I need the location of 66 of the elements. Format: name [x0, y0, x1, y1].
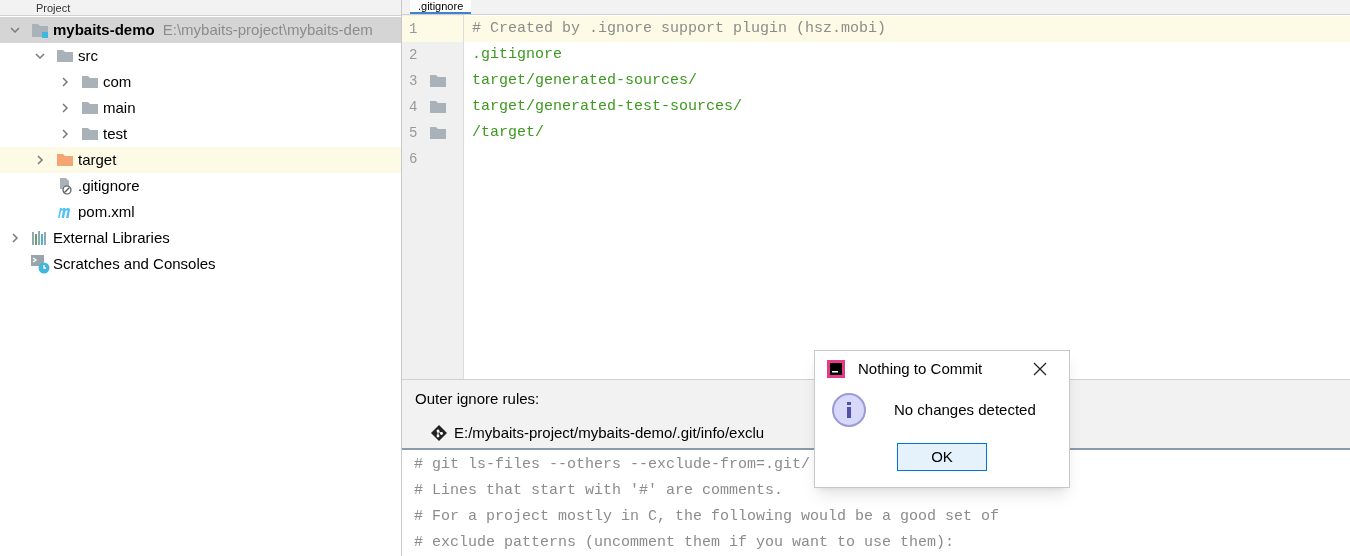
tree-item-label: test [103, 123, 128, 144]
code-line: target/generated-sources/ [472, 70, 698, 91]
tree-item[interactable]: src [0, 43, 401, 69]
info-icon [831, 392, 867, 428]
folder-icon [81, 127, 99, 141]
tree-item[interactable]: com [0, 69, 401, 95]
code-line: target/generated-test-sources/ [472, 96, 743, 117]
tree-item[interactable]: External Libraries [0, 225, 401, 251]
tree-item[interactable]: main [0, 95, 401, 121]
tree-item[interactable]: mybaits-demo E:\mybaits-project\mybaits-dem [0, 17, 401, 43]
tree-item[interactable]: Scratches and Consoles [0, 251, 401, 277]
tree-item-label: Scratches and Consoles [53, 253, 216, 274]
folder-icon [56, 153, 74, 167]
scratches-icon [30, 254, 50, 274]
folder-icon [429, 100, 448, 114]
tree-item-label: target [78, 149, 117, 170]
line-number: 1 [409, 19, 418, 39]
git-icon [430, 424, 448, 442]
tree-item-label: mybaits-demo [53, 19, 155, 40]
tree-item[interactable]: pom.xml [0, 199, 401, 225]
ok-button[interactable]: OK [897, 443, 987, 471]
folder-icon [429, 126, 448, 140]
chevron-right-icon[interactable] [59, 102, 71, 114]
line-number: 5 [409, 123, 418, 143]
app-icon [827, 360, 845, 378]
dialog-message: No changes detected [894, 399, 1036, 420]
editor-tab[interactable]: .gitignore [410, 0, 472, 14]
tree-item-label: .gitignore [78, 175, 140, 196]
folder-icon [81, 75, 99, 89]
tree-item-label: src [78, 45, 98, 66]
tree-item-label: com [103, 71, 132, 92]
tree-item[interactable]: target [0, 147, 401, 173]
chevron-right-icon[interactable] [9, 232, 21, 244]
line-number: 2 [409, 45, 418, 65]
chevron-right-icon[interactable] [59, 76, 71, 88]
line-number: 4 [409, 97, 418, 117]
code-line: # git ls-files --others --exclude-from=.git/ [414, 454, 811, 475]
code-line: # Lines that start with '#' are comments. [414, 480, 784, 501]
chevron-down-icon[interactable] [34, 50, 46, 62]
project-path: E:\mybaits-project\mybaits-dem [162, 19, 373, 40]
code-line: # Created by .ignore support plugin (hsz.mobi) [472, 18, 887, 39]
line-number: 6 [409, 149, 418, 169]
module-folder-icon [31, 22, 49, 38]
section-label: Outer ignore rules: [415, 388, 540, 409]
folder-icon [56, 49, 74, 63]
code-line: /target/ [472, 122, 544, 143]
chevron-right-icon[interactable] [59, 128, 71, 140]
line-number: 3 [409, 71, 418, 91]
chevron-right-icon[interactable] [34, 154, 46, 166]
tree-item-label: pom.xml [78, 201, 135, 222]
chevron-down-icon[interactable] [9, 24, 21, 36]
close-icon[interactable] [1033, 362, 1047, 376]
libraries-icon [31, 230, 49, 246]
folder-icon [81, 101, 99, 115]
code-line: .gitignore [472, 44, 562, 65]
ignored-file-icon [57, 177, 73, 195]
panel-title[interactable]: Project [36, 1, 71, 14]
file-tab[interactable]: E:/mybaits-project/mybaits-demo/.git/info/exclu [430, 421, 765, 445]
code-line: # For a project mostly in C, the following would be a good set of [414, 506, 1000, 527]
tree-item-label: main [103, 97, 136, 118]
tree-item[interactable]: .gitignore [0, 173, 401, 199]
tree-item[interactable]: test [0, 121, 401, 147]
tree-item-label: External Libraries [53, 227, 170, 248]
code-line: # exclude patterns (uncomment them if you want to use them): [414, 532, 955, 553]
dialog-title: Nothing to Commit [858, 358, 983, 379]
folder-icon [429, 74, 448, 88]
